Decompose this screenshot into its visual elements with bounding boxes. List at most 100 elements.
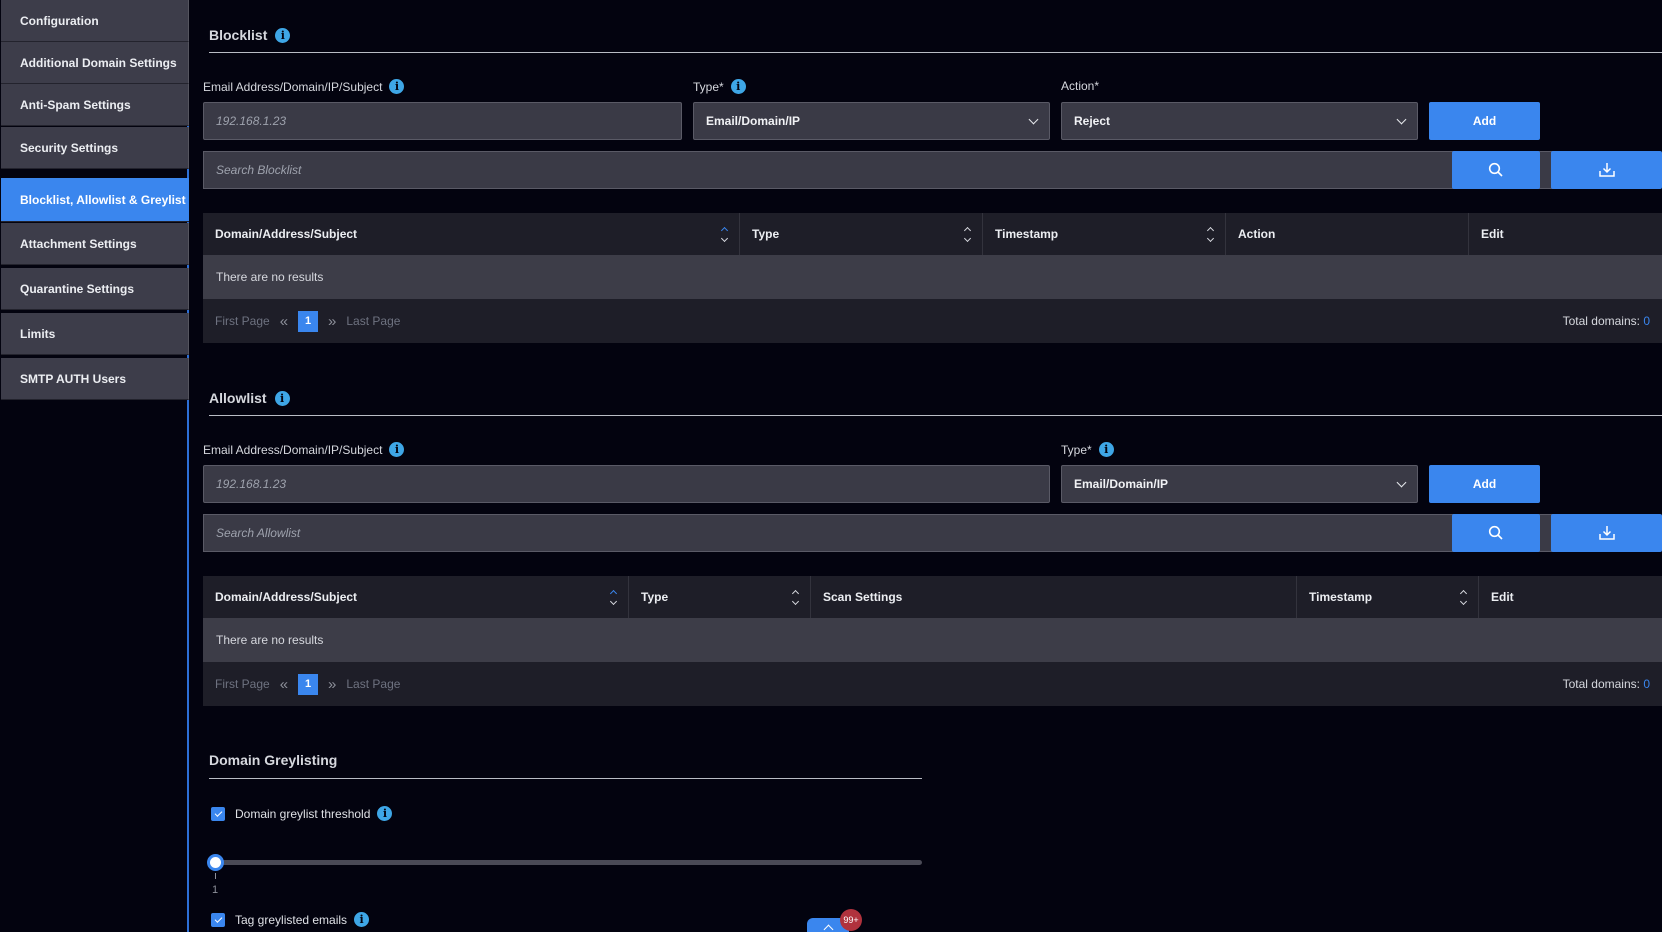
tag-greylisted-label-text: Tag greylisted emails	[235, 912, 348, 927]
chevron-down-icon	[1396, 114, 1407, 124]
info-icon[interactable]: i	[730, 79, 746, 94]
info-icon[interactable]: i	[274, 390, 290, 406]
pagination: First Page « 1 » Last Page Total domains…	[203, 662, 1662, 706]
column-header-timestamp[interactable]: Timestamp	[983, 213, 1226, 255]
column-header-action: Action	[1226, 213, 1469, 255]
sidebar-item-label: Quarantine Settings	[20, 281, 135, 296]
greylist-threshold-label-text: Domain greylist threshold	[235, 806, 371, 821]
allowlist-field-label: Email Address/Domain/IP/Subject i	[203, 442, 405, 457]
column-header-type[interactable]: Type	[629, 576, 811, 618]
sidebar-item-configuration[interactable]: Configuration	[1, 0, 189, 42]
table-header: Domain/Address/Subject Type Timestamp Ac…	[203, 213, 1662, 255]
table-empty-row: There are no results	[203, 255, 1662, 299]
column-header-domain[interactable]: Domain/Address/Subject	[203, 213, 740, 255]
total-domains-label: Total domains:	[1562, 314, 1640, 328]
allowlist-download-button[interactable]	[1551, 514, 1662, 552]
page-number-button[interactable]: 1	[298, 673, 319, 695]
section-divider	[209, 415, 1662, 416]
first-page-link[interactable]: First Page	[215, 677, 270, 691]
info-icon[interactable]: i	[354, 912, 370, 927]
sort-icon[interactable]	[791, 589, 800, 605]
allowlist-type-select[interactable]: Email/Domain/IP	[1061, 465, 1418, 503]
blocklist-field-label: Email Address/Domain/IP/Subject i	[203, 79, 405, 94]
total-domains-label: Total domains:	[1562, 677, 1640, 691]
sidebar-item-anti-spam-settings[interactable]: Anti-Spam Settings	[1, 84, 189, 126]
sidebar-item-label: Configuration	[20, 13, 99, 28]
search-icon	[1488, 162, 1503, 177]
chevron-down-icon	[1028, 114, 1039, 124]
double-chevron-left-icon[interactable]: «	[280, 676, 288, 693]
allowlist-address-input[interactable]: 192.168.1.23	[203, 465, 1050, 503]
sidebar-item-attachment-settings[interactable]: Attachment Settings	[1, 223, 189, 265]
column-header-label: Domain/Address/Subject	[215, 227, 358, 241]
sidebar-item-label: SMTP AUTH Users	[20, 371, 127, 386]
blocklist-add-button[interactable]: Add	[1429, 102, 1540, 140]
sort-icon[interactable]	[1459, 589, 1468, 605]
blocklist-search-button[interactable]	[1452, 151, 1540, 189]
sidebar-item-label: Attachment Settings	[20, 236, 137, 251]
greylist-threshold-checkbox[interactable]	[211, 807, 225, 821]
allowlist-search-button[interactable]	[1452, 514, 1540, 552]
sidebar-item-additional-domain-settings[interactable]: Additional Domain Settings	[1, 42, 189, 84]
allowlist-title: Allowlist i	[209, 390, 290, 406]
info-icon[interactable]: i	[389, 79, 405, 94]
first-page-link[interactable]: First Page	[215, 314, 270, 328]
greylist-threshold-slider-track[interactable]	[211, 860, 922, 865]
greylist-threshold-slider-handle[interactable]	[207, 854, 224, 871]
sort-icon[interactable]	[1206, 226, 1215, 242]
double-chevron-right-icon[interactable]: »	[328, 313, 336, 330]
column-header-label: Timestamp	[995, 227, 1059, 241]
double-chevron-right-icon[interactable]: »	[328, 676, 336, 693]
blocklist-search-placeholder: Search Blocklist	[216, 163, 302, 177]
chevron-down-icon	[1396, 477, 1407, 487]
sidebar-item-quarantine-settings[interactable]: Quarantine Settings	[1, 268, 189, 310]
column-header-type[interactable]: Type	[740, 213, 983, 255]
last-page-link[interactable]: Last Page	[346, 314, 400, 328]
allowlist-field-label-text: Email Address/Domain/IP/Subject	[203, 442, 383, 457]
sort-icon[interactable]	[720, 226, 729, 242]
sidebar-item-blocklist-allowlist-greylist[interactable]: Blocklist, Allowlist & Greylist	[1, 178, 189, 222]
sidebar-item-label: Security Settings	[20, 140, 119, 155]
sidebar-item-smtp-auth-users[interactable]: SMTP AUTH Users	[1, 358, 189, 400]
page-number-button[interactable]: 1	[298, 310, 319, 332]
total-domains: Total domains: 0	[1563, 677, 1650, 691]
last-page-link[interactable]: Last Page	[346, 677, 400, 691]
sidebar-item-label: Additional Domain Settings	[20, 55, 177, 70]
blocklist-search-input[interactable]: Search Blocklist	[203, 151, 1642, 189]
notification-badge[interactable]: 99+	[840, 909, 862, 931]
column-header-label: Action	[1238, 227, 1276, 241]
info-icon[interactable]: i	[275, 27, 291, 43]
column-header-domain[interactable]: Domain/Address/Subject	[203, 576, 629, 618]
double-chevron-left-icon[interactable]: «	[280, 313, 288, 330]
allowlist-title-text: Allowlist	[209, 390, 267, 406]
sidebar-item-label: Blocklist, Allowlist & Greylist	[20, 192, 186, 207]
sort-icon[interactable]	[963, 226, 972, 242]
info-icon[interactable]: i	[1098, 442, 1114, 457]
tag-greylisted-checkbox[interactable]	[211, 913, 225, 927]
download-icon	[1598, 163, 1615, 177]
column-header-edit: Edit	[1479, 576, 1662, 618]
allowlist-type-label-text: Type*	[1061, 442, 1092, 457]
add-button-label: Add	[1472, 477, 1497, 491]
info-icon[interactable]: i	[389, 442, 405, 457]
main-content: Blocklist i Email Address/Domain/IP/Subj…	[190, 0, 1662, 932]
blocklist-address-input[interactable]: 192.168.1.23	[203, 102, 682, 140]
blocklist-type-select[interactable]: Email/Domain/IP	[693, 102, 1050, 140]
blocklist-download-button[interactable]	[1551, 151, 1662, 189]
info-icon[interactable]: i	[377, 806, 393, 821]
allowlist-add-button[interactable]: Add	[1429, 465, 1540, 503]
search-icon	[1488, 525, 1503, 540]
allowlist-search-input[interactable]: Search Allowlist	[203, 514, 1642, 552]
sidebar-item-limits[interactable]: Limits	[1, 313, 189, 355]
column-header-label: Edit	[1491, 590, 1514, 604]
sort-icon[interactable]	[609, 589, 618, 605]
blocklist-type-label: Type* i	[693, 79, 746, 94]
greylisting-title: Domain Greylisting	[209, 752, 337, 768]
column-header-timestamp[interactable]: Timestamp	[1297, 576, 1479, 618]
sidebar-item-security-settings[interactable]: Security Settings	[1, 127, 189, 169]
blocklist-type-label-text: Type*	[693, 79, 724, 94]
blocklist-action-select[interactable]: Reject	[1061, 102, 1418, 140]
blocklist-title-text: Blocklist	[209, 27, 268, 43]
slider-value-label: 1	[212, 884, 219, 896]
column-header-label: Scan Settings	[823, 590, 903, 604]
